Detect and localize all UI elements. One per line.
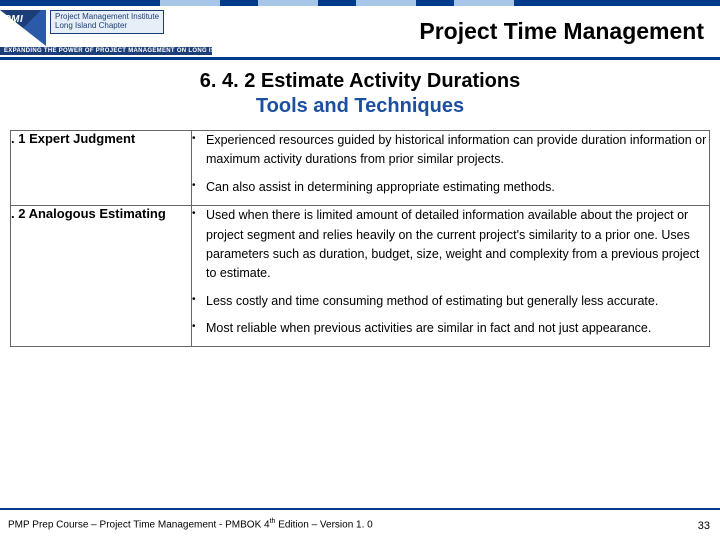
footer-text-pre: PMP Prep Course – Project Time Managemen… [8, 519, 270, 530]
row-label: . 1 Expert Judgment [11, 131, 192, 206]
page-number: 33 [698, 520, 710, 532]
slide-title: Project Time Management [240, 10, 708, 45]
header: Project Management Institute Long Island… [0, 6, 720, 60]
bullet: Most reliable when previous activities a… [192, 319, 709, 338]
tools-table: . 1 Expert Judgment Experienced resource… [10, 130, 710, 347]
top-tabs-decor [0, 0, 514, 6]
footer-text: PMP Prep Course – Project Time Managemen… [0, 518, 373, 530]
footer-text-post: Edition – Version 1. 0 [275, 519, 372, 530]
pmi-logo: Project Management Institute Long Island… [0, 10, 240, 55]
bullet: Experienced resources guided by historic… [192, 131, 709, 170]
pmi-tagline: EXPANDING THE POWER OF PROJECT MANAGEMEN… [0, 47, 212, 55]
pmi-chapter-label: Project Management Institute Long Island… [50, 10, 164, 34]
bullet: Used when there is limited amount of det… [192, 206, 709, 284]
section-subtitle: Tools and Techniques [0, 95, 720, 118]
bullet: Less costly and time consuming method of… [192, 292, 709, 311]
section-heading: 6. 4. 2 Estimate Activity Durations Tool… [0, 70, 720, 118]
bullet: Can also assist in determining appropria… [192, 178, 709, 197]
row-content: Used when there is limited amount of det… [192, 206, 710, 347]
row-content: Experienced resources guided by historic… [192, 131, 710, 206]
footer: PMP Prep Course – Project Time Managemen… [0, 508, 720, 532]
row-label: . 2 Analogous Estimating [11, 206, 192, 347]
table-row: . 1 Expert Judgment Experienced resource… [11, 131, 710, 206]
pmi-triangle-icon [0, 10, 46, 46]
slide: Project Management Institute Long Island… [0, 0, 720, 540]
section-number-title: 6. 4. 2 Estimate Activity Durations [0, 70, 720, 93]
table-row: . 2 Analogous Estimating Used when there… [11, 206, 710, 347]
